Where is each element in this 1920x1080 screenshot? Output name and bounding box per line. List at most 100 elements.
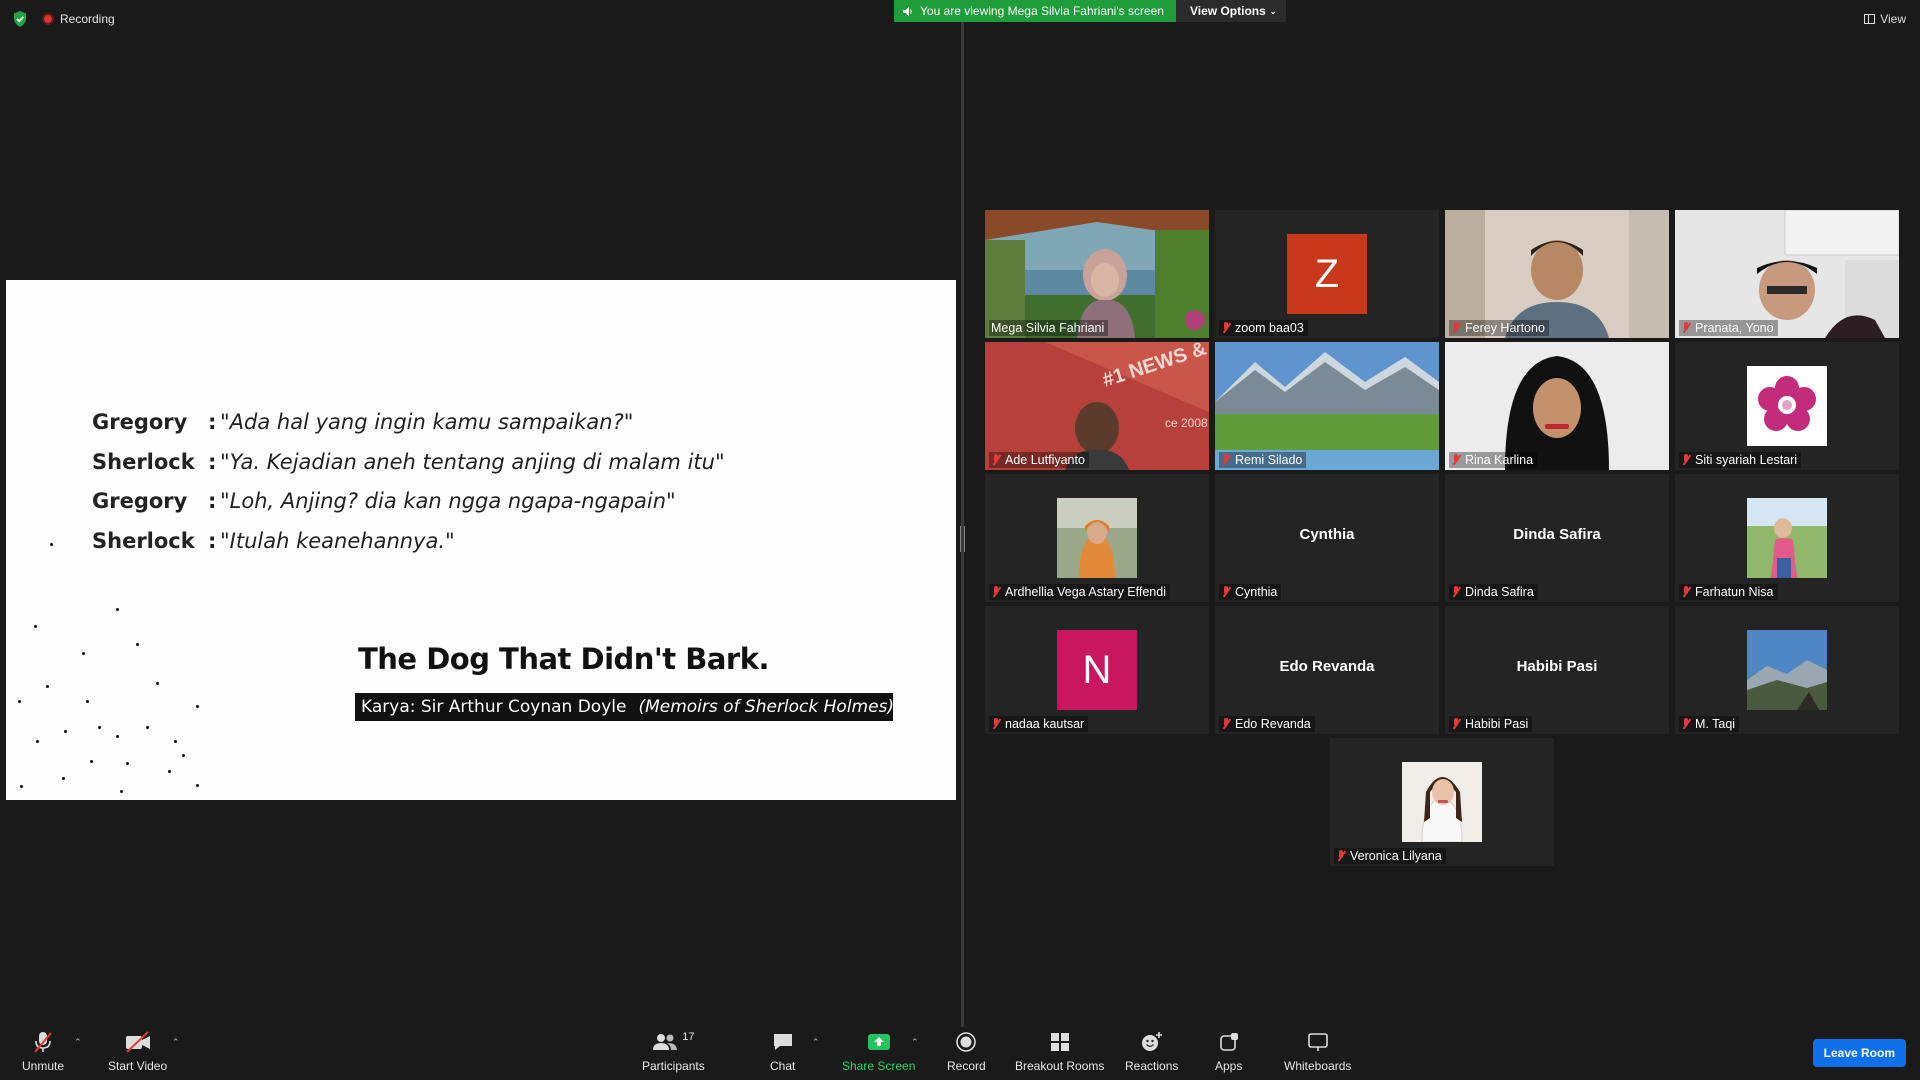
shield-icon[interactable]: [12, 10, 28, 28]
breakout-rooms-button[interactable]: Breakout Rooms: [1015, 1027, 1104, 1073]
view-label: View: [1880, 12, 1906, 26]
speaker-name: Sherlock: [92, 449, 195, 474]
participant-tile[interactable]: Siti syariah Lestari: [1675, 342, 1899, 470]
participant-name: Edo Revanda: [1235, 717, 1311, 731]
participant-tile[interactable]: Ardhellia Vega Astary Effendi: [985, 474, 1209, 602]
speaker-colon: :: [208, 449, 217, 474]
chat-button[interactable]: Chat: [770, 1027, 795, 1073]
decor-dot: [20, 785, 23, 788]
participant-tile[interactable]: Pranata, Yono: [1675, 210, 1899, 338]
decor-dot: [86, 700, 89, 703]
decor-dot: [90, 760, 93, 763]
video-options-caret-icon[interactable]: ⌃: [172, 1037, 180, 1048]
meeting-status: Recording: [12, 10, 115, 28]
muted-mic-icon: [991, 586, 1001, 598]
display-name: Habibi Pasi: [1516, 658, 1598, 675]
speaker-colon: :: [208, 410, 217, 434]
avatar: Z: [1287, 234, 1367, 314]
dialog-line: Sherlock : "Ya. Kejadian aneh tentang an…: [92, 450, 725, 490]
participant-tile[interactable]: #1 NEWS & ce 2008 Ade Lutfiyanto: [985, 342, 1209, 470]
video-feed: [1675, 210, 1899, 338]
unmute-button[interactable]: Unmute: [22, 1027, 64, 1073]
share-screen-button[interactable]: Share Screen: [842, 1027, 915, 1073]
reactions-button[interactable]: Reactions: [1125, 1027, 1178, 1073]
participant-tile[interactable]: Ferey Hartono: [1445, 210, 1669, 338]
muted-mic-icon: [1451, 586, 1461, 598]
whiteboards-button[interactable]: Whiteboards: [1284, 1027, 1351, 1073]
participant-name-label: Veronica Lilyana: [1334, 848, 1446, 864]
speaker-icon: [903, 6, 912, 16]
share-screen-label: Share Screen: [842, 1059, 916, 1073]
apps-icon: [1219, 1033, 1238, 1051]
leave-room-button[interactable]: Leave Room: [1812, 1039, 1906, 1067]
breakout-rooms-icon: [1050, 1033, 1069, 1051]
share-options-caret-icon[interactable]: ⌃: [911, 1037, 919, 1048]
participant-tile[interactable]: Edo Revanda Edo Revanda: [1215, 606, 1439, 734]
dialog-text: "Loh, Anjing? dia kan ngga ngapa-ngapain…: [220, 489, 676, 513]
share-screen-icon: [867, 1034, 890, 1050]
display-name: Edo Revanda: [1279, 658, 1375, 675]
shared-screen-slide: Gregory : "Ada hal yang ingin kamu sampa…: [6, 280, 956, 800]
participant-tile[interactable]: Rina Karlina: [1445, 342, 1669, 470]
participant-tile[interactable]: Farhatun Nisa: [1675, 474, 1899, 602]
screen-share-banner: You are viewing Mega Silvia Fahriani's s…: [894, 0, 1287, 22]
participant-name-label: Ardhellia Vega Astary Effendi: [989, 584, 1170, 600]
divider-drag-handle[interactable]: [960, 526, 965, 552]
decor-dot: [50, 543, 53, 546]
participants-button[interactable]: 17 Participants: [642, 1027, 705, 1073]
start-video-button[interactable]: Start Video: [108, 1027, 167, 1073]
participant-name: Farhatun Nisa: [1695, 585, 1774, 599]
participant-name-label: Farhatun Nisa: [1679, 584, 1778, 600]
record-button[interactable]: Record: [947, 1027, 986, 1073]
decor-dot: [82, 652, 85, 655]
participant-name: nadaa kautsar: [1005, 717, 1085, 731]
participant-tile[interactable]: Remi Silado: [1215, 342, 1439, 470]
participant-tile[interactable]: M. Taqi: [1675, 606, 1899, 734]
decor-dot: [196, 705, 199, 708]
decor-dot: [196, 784, 199, 787]
participant-name: Ade Lutfiyanto: [1005, 453, 1085, 467]
video-feed: [1445, 342, 1669, 470]
record-dot-icon: [42, 13, 54, 25]
grid-view-icon: [1864, 14, 1876, 24]
decor-dot: [174, 740, 177, 743]
record-icon: [956, 1032, 977, 1052]
participant-name-label: Cynthia: [1219, 584, 1282, 600]
decor-dot: [46, 685, 49, 688]
participant-tile[interactable]: Habibi Pasi Habibi Pasi: [1445, 606, 1669, 734]
participant-name: Cynthia: [1235, 585, 1278, 599]
participants-label: Participants: [642, 1059, 705, 1073]
participant-name: Habibi Pasi: [1465, 717, 1529, 731]
breakout-rooms-label: Breakout Rooms: [1015, 1059, 1105, 1073]
participant-tile[interactable]: Veronica Lilyana: [1330, 738, 1554, 866]
split-divider[interactable]: [961, 22, 964, 1027]
decor-dot: [18, 700, 21, 703]
view-options-button[interactable]: View Options ⌄: [1175, 0, 1287, 22]
participant-name-label: Ade Lutfiyanto: [989, 452, 1089, 468]
chat-options-caret-icon[interactable]: ⌃: [812, 1037, 820, 1048]
audio-options-caret-icon[interactable]: ⌃: [74, 1037, 82, 1048]
participant-tile[interactable]: Cynthia Cynthia: [1215, 474, 1439, 602]
participant-tile[interactable]: Dinda Safira Dinda Safira: [1445, 474, 1669, 602]
svg-text:ce 2008: ce 2008: [1165, 416, 1208, 430]
participant-name: Ferey Hartono: [1465, 321, 1545, 335]
participant-tile[interactable]: Z zoom baa03: [1215, 210, 1439, 338]
participant-tile[interactable]: Mega Silvia Fahriani: [985, 210, 1209, 338]
chevron-down-icon: ⌄: [1269, 6, 1277, 16]
muted-mic-icon: [1681, 454, 1691, 466]
apps-button[interactable]: Apps: [1215, 1027, 1242, 1073]
recording-indicator[interactable]: Recording: [42, 12, 115, 26]
participant-name: Ardhellia Vega Astary Effendi: [1005, 585, 1166, 599]
participant-name: Remi Silado: [1235, 453, 1303, 467]
start-video-label: Start Video: [108, 1059, 168, 1073]
participant-name-label: Habibi Pasi: [1449, 716, 1533, 732]
share-notice-text: You are viewing Mega Silvia Fahriani's s…: [920, 4, 1164, 18]
muted-mic-icon: [1451, 322, 1461, 334]
participants-icon: [653, 1034, 678, 1050]
muted-mic-icon: [1221, 718, 1231, 730]
participant-tile[interactable]: N nadaa kautsar: [985, 606, 1209, 734]
muted-mic-icon: [1451, 718, 1461, 730]
speaker-name: Sherlock: [92, 528, 195, 553]
view-button[interactable]: View: [1864, 12, 1906, 26]
reactions-label: Reactions: [1125, 1059, 1179, 1073]
